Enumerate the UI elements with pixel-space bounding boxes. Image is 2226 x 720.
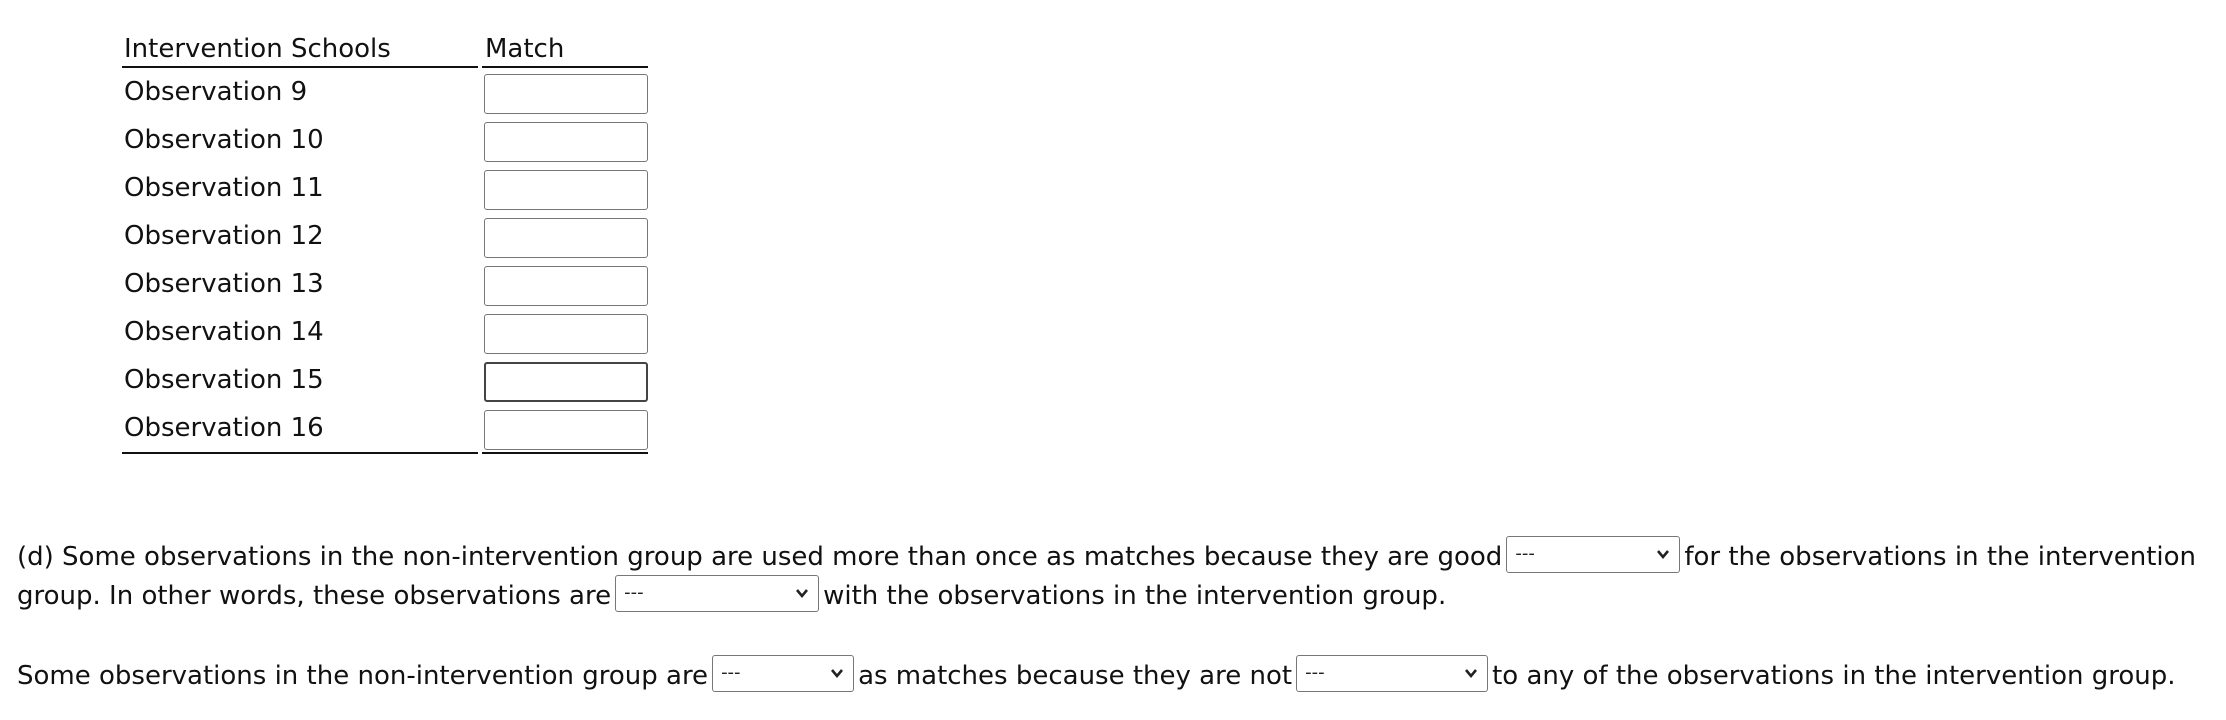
part-d-text-2b: with the observations in the interventio… <box>823 581 1447 611</box>
close-select[interactable]: --- <box>1296 655 1489 692</box>
observation-label: Observation 9 <box>124 77 308 107</box>
part-d-line-2: group. In other words, these observation… <box>17 575 1447 616</box>
part-d-text-2a: group. In other words, these observation… <box>17 581 612 611</box>
part-d-line-1: (d) Some observations in the non-interve… <box>17 536 2196 577</box>
similar-select-value: --- <box>624 582 644 603</box>
match-table: Intervention Schools Match Observation 9… <box>122 26 648 454</box>
chevron-down-icon <box>1657 550 1670 560</box>
table-row: Observation 12 <box>122 212 648 260</box>
match-input[interactable] <box>484 73 648 114</box>
part-d-text-1a: (d) Some observations in the non-interve… <box>17 542 1503 572</box>
used-select-value: --- <box>721 662 741 683</box>
table-row: Observation 9 <box>122 68 648 116</box>
used-select[interactable]: --- <box>712 655 855 692</box>
observation-label: Observation 12 <box>124 221 324 251</box>
table-row: Observation 15 <box>122 356 648 404</box>
match-input[interactable] <box>484 313 648 354</box>
part-d-text-3c: to any of the observations in the interv… <box>1492 661 2176 691</box>
observation-label: Observation 10 <box>124 125 324 155</box>
table-row: Observation 10 <box>122 116 648 164</box>
part-d-line-3: Some observations in the non-interventio… <box>17 655 2176 696</box>
table-row: Observation 16 <box>122 404 648 454</box>
good-select-value: --- <box>1515 543 1535 564</box>
observation-label: Observation 14 <box>124 317 324 347</box>
observation-label: Observation 15 <box>124 365 324 395</box>
table-row: Observation 11 <box>122 164 648 212</box>
table-row: Observation 14 <box>122 308 648 356</box>
match-input[interactable] <box>484 361 648 402</box>
close-select-value: --- <box>1305 662 1325 683</box>
header-intervention-schools: Intervention Schools <box>122 26 478 68</box>
match-input[interactable] <box>484 217 648 258</box>
match-input[interactable] <box>484 169 648 210</box>
observation-label: Observation 16 <box>122 404 478 454</box>
header-match: Match <box>482 26 648 68</box>
observation-label: Observation 13 <box>124 269 324 299</box>
match-input[interactable] <box>484 121 648 162</box>
chevron-down-icon <box>1465 669 1478 679</box>
part-d-text-3a: Some observations in the non-interventio… <box>17 661 709 691</box>
observation-label: Observation 11 <box>124 173 324 203</box>
good-select[interactable]: --- <box>1506 536 1681 573</box>
match-input[interactable] <box>484 409 648 450</box>
chevron-down-icon <box>831 669 844 679</box>
chevron-down-icon <box>796 589 809 599</box>
similar-select[interactable]: --- <box>615 575 820 612</box>
part-d-text-1b: for the observations in the intervention <box>1684 542 2196 572</box>
table-row: Observation 13 <box>122 260 648 308</box>
match-input[interactable] <box>484 265 648 306</box>
part-d-text-3b: as matches because they are not <box>858 661 1293 691</box>
